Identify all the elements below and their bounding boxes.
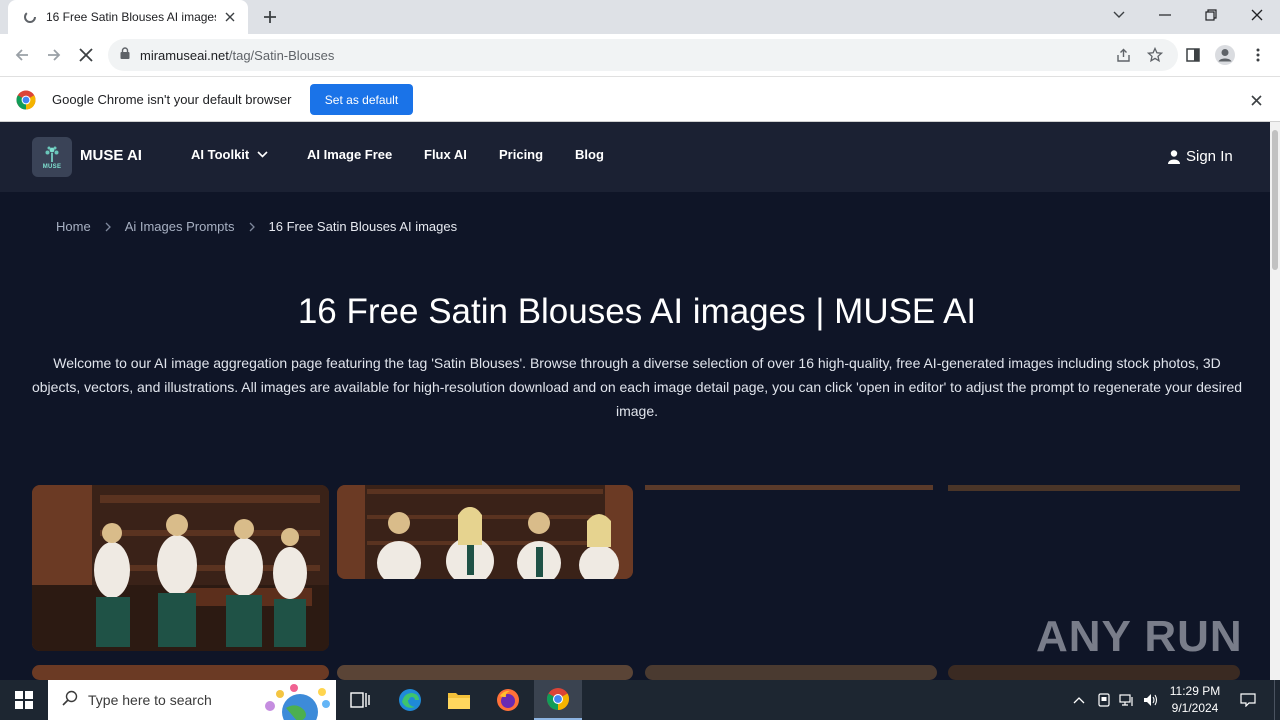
loading-favicon-icon — [22, 9, 38, 25]
search-icon — [62, 690, 78, 711]
search-highlight-globe-icon — [260, 682, 332, 720]
clock-date: 9/1/2024 — [1171, 701, 1219, 715]
bookmark-star-icon[interactable] — [1142, 39, 1168, 71]
meet-now-icon[interactable] — [1093, 680, 1115, 720]
muse-logo[interactable]: MUSE — [32, 137, 72, 177]
side-panel-icon[interactable] — [1180, 42, 1206, 68]
chevron-down-icon — [257, 151, 268, 158]
page-scrollbar[interactable] — [1270, 122, 1280, 680]
web-page: MUSE MUSE AI AI Toolkit AI Image Free Fl… — [0, 122, 1270, 680]
chevron-right-icon — [105, 222, 111, 232]
nav-pricing[interactable]: Pricing — [499, 147, 543, 162]
image-thumbnail-loading[interactable] — [948, 485, 1240, 491]
address-bar[interactable]: miramuseai.net/tag/Satin-Blouses — [108, 39, 1178, 71]
image-thumbnail-loading[interactable] — [645, 485, 933, 490]
chevron-right-icon — [249, 222, 255, 232]
url-path: /tag/Satin-Blouses — [228, 47, 335, 63]
set-as-default-button[interactable]: Set as default — [310, 84, 413, 115]
anyrun-watermark: ANY RUN — [1036, 612, 1243, 662]
minimize-button[interactable] — [1142, 0, 1188, 30]
tab-title: 16 Free Satin Blouses AI images | — [46, 10, 216, 24]
notification-center-icon[interactable] — [1234, 680, 1262, 720]
watermark-text: ANY RUN — [1036, 612, 1243, 661]
default-browser-infobar: Google Chrome isn't your default browser… — [0, 76, 1280, 122]
scrollbar-thumb[interactable] — [1272, 130, 1278, 270]
image-thumbnail[interactable] — [337, 665, 633, 680]
tab-search-chevron-icon[interactable] — [1096, 0, 1142, 30]
breadcrumb-current: 16 Free Satin Blouses AI images — [268, 219, 458, 234]
nav-ai-toolkit-label: AI Toolkit — [191, 147, 250, 162]
nav-flux-ai[interactable]: Flux AI — [424, 147, 467, 162]
nav-blog[interactable]: Blog — [575, 147, 604, 162]
image-thumbnail[interactable] — [32, 485, 329, 651]
breadcrumb-section[interactable]: Ai Images Prompts — [125, 219, 235, 234]
firefox-icon[interactable] — [484, 680, 532, 720]
profile-avatar-icon[interactable] — [1212, 42, 1238, 68]
infobar-message: Google Chrome isn't your default browser — [52, 92, 292, 107]
show-desktop-button[interactable] — [1274, 680, 1280, 720]
chrome-taskbar-icon[interactable] — [534, 680, 582, 720]
new-tab-button[interactable] — [258, 6, 282, 28]
task-view-icon[interactable] — [336, 680, 384, 720]
chrome-logo-icon — [16, 90, 36, 110]
site-navbar: MUSE MUSE AI AI Toolkit AI Image Free Fl… — [0, 122, 1270, 192]
clock-time: 11:29 PM — [1169, 684, 1221, 698]
browser-tab-strip: 16 Free Satin Blouses AI images | — [0, 0, 1280, 34]
logo-text: MUSE — [42, 163, 62, 170]
sign-in-link[interactable]: Sign In — [1168, 148, 1233, 165]
edge-browser-icon[interactable] — [386, 680, 434, 720]
volume-icon[interactable] — [1140, 680, 1162, 720]
taskbar-clock[interactable]: 11:29 PM 9/1/2024 — [1160, 683, 1230, 717]
stop-loading-icon[interactable] — [73, 42, 99, 68]
url-host: miramuseai.net — [140, 47, 229, 63]
tab-close-icon[interactable] — [222, 9, 238, 25]
user-icon — [1168, 149, 1180, 164]
chrome-menu-icon[interactable] — [1245, 42, 1271, 68]
lock-icon[interactable] — [120, 46, 130, 64]
image-thumbnail[interactable] — [948, 665, 1240, 680]
file-explorer-icon[interactable] — [435, 680, 483, 720]
windows-start-icon[interactable] — [0, 680, 48, 720]
image-thumbnail[interactable] — [645, 665, 937, 680]
browser-toolbar: miramuseai.net/tag/Satin-Blouses — [0, 34, 1280, 76]
taskbar-search-box[interactable]: Type here to search — [48, 680, 336, 720]
breadcrumb-home[interactable]: Home — [56, 219, 91, 234]
tray-overflow-chevron-icon[interactable] — [1068, 680, 1090, 720]
image-thumbnail[interactable] — [337, 485, 633, 579]
taskbar-search-placeholder: Type here to search — [88, 692, 212, 708]
brand-name[interactable]: MUSE AI — [80, 147, 142, 164]
page-description: Welcome to our AI image aggregation page… — [31, 355, 1243, 419]
browser-tab[interactable]: 16 Free Satin Blouses AI images | — [8, 0, 248, 34]
image-thumbnail[interactable] — [32, 665, 329, 680]
infobar-close-icon[interactable] — [1246, 90, 1266, 110]
share-icon[interactable] — [1110, 39, 1136, 71]
nav-ai-image-free[interactable]: AI Image Free — [307, 147, 392, 162]
windows-taskbar: Type here to search 11:29 PM 9/1/2024 — [0, 680, 1280, 720]
restore-button[interactable] — [1188, 0, 1234, 30]
sign-in-label: Sign In — [1186, 148, 1233, 165]
close-window-button[interactable] — [1234, 0, 1280, 30]
tree-logo-icon — [45, 146, 59, 162]
back-arrow-icon[interactable] — [9, 42, 35, 68]
breadcrumb: Home Ai Images Prompts 16 Free Satin Blo… — [56, 219, 457, 234]
forward-arrow-icon[interactable] — [41, 42, 67, 68]
url-text: miramuseai.net/tag/Satin-Blouses — [140, 48, 334, 63]
network-icon[interactable] — [1116, 680, 1138, 720]
page-title: 16 Free Satin Blouses AI images | MUSE A… — [297, 292, 977, 331]
nav-ai-toolkit[interactable]: AI Toolkit — [191, 147, 268, 162]
